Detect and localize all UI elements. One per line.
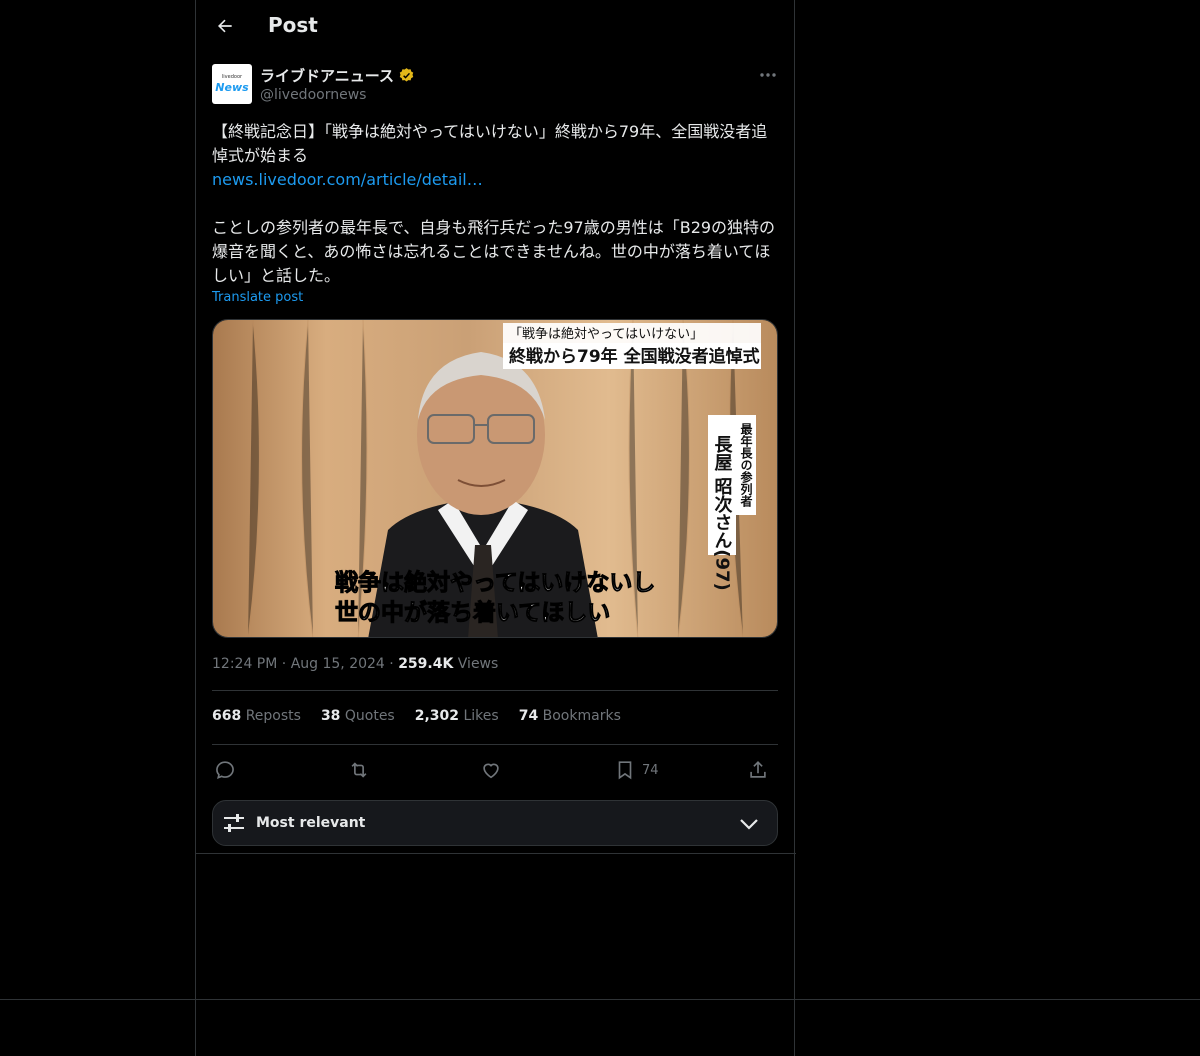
page-header: Post	[196, 0, 796, 53]
page-title: Post	[268, 13, 318, 37]
main-column: Post livedoor News ライブドアニュース @livedoorne…	[195, 0, 796, 1056]
news-broadcast-still: 「戦争は絶対やってはいけない」 終戦から79年 全国戦没者追悼式 長屋 昭次さん…	[213, 320, 777, 637]
subtitle-line-1: 戦争は絶対やってはいけないし	[335, 569, 655, 596]
action-bar: 74	[212, 756, 778, 784]
post-stats: 668 Reposts 38 Quotes 2,302 Likes 74 Boo…	[212, 708, 621, 724]
divider	[0, 999, 1200, 1000]
sliders-icon	[224, 814, 244, 832]
more-options-button[interactable]	[756, 64, 780, 86]
author-name-row[interactable]: ライブドアニュース	[260, 65, 415, 86]
bookmarks-stat[interactable]: 74 Bookmarks	[519, 708, 621, 724]
avatar-logo-main: News	[215, 81, 249, 94]
avatar-logo-top: livedoor	[221, 74, 243, 80]
post-text: 【終戦記念日】「戦争は絶対やってはいけない」終戦から79年、全国戦没者追悼式が始…	[212, 120, 780, 288]
back-button[interactable]	[212, 13, 238, 39]
post-image[interactable]: 「戦争は絶対やってはいけない」 終戦から79年 全国戦没者追悼式 長屋 昭次さん…	[212, 319, 778, 638]
share-button[interactable]	[747, 756, 769, 784]
post-author: livedoor News ライブドアニュース @livedoornews	[212, 64, 780, 106]
bookmark-icon	[618, 761, 632, 780]
post-meta: 12:24 PM · Aug 15, 2024 · 259.4K Views	[212, 656, 499, 672]
reposts-stat[interactable]: 668 Reposts	[212, 708, 301, 724]
post-text-headline: 【終戦記念日】「戦争は絶対やってはいけない」終戦から79年、全国戦没者追悼式が始…	[212, 122, 768, 165]
divider	[212, 744, 778, 745]
heart-icon	[483, 763, 499, 779]
author-name[interactable]: ライブドアニュース	[260, 65, 394, 86]
headline-large: 終戦から79年 全国戦没者追悼式	[509, 346, 760, 367]
translate-post-link[interactable]: Translate post	[212, 290, 303, 305]
arrow-left-icon	[218, 19, 232, 33]
quotes-stat[interactable]: 38 Quotes	[321, 708, 395, 724]
subtitle-line-2: 世の中が落ち着いてほしい	[335, 599, 610, 626]
avatar[interactable]: livedoor News	[212, 64, 252, 104]
reply-sort-dropdown[interactable]: Most relevant	[212, 800, 778, 846]
repost-icon	[351, 762, 367, 778]
post-time[interactable]: 12:24 PM	[212, 656, 277, 672]
headline-small: 「戦争は絶対やってはいけない」	[509, 326, 703, 342]
author-handle[interactable]: @livedoornews	[260, 87, 366, 103]
reply-button[interactable]	[214, 756, 236, 784]
divider	[196, 853, 796, 854]
share-icon	[750, 761, 766, 778]
post-text-body: ことしの参列者の最年長で、自身も飛行兵だった97歳の男性は「B29の独特の爆音を…	[212, 218, 776, 285]
post-date[interactable]: Aug 15, 2024	[291, 656, 385, 672]
verified-badge-icon	[399, 68, 414, 82]
vertical-caption: 最年長の参列者	[739, 423, 753, 508]
like-button[interactable]	[480, 756, 502, 784]
more-dots-icon	[760, 73, 776, 77]
repost-button[interactable]	[348, 756, 370, 784]
reply-icon	[216, 761, 234, 780]
post-link[interactable]: news.livedoor.com/article/detail…	[212, 168, 780, 192]
vertical-name: 長屋 昭次さん(97)	[712, 435, 733, 591]
bookmark-button[interactable]: 74	[614, 756, 659, 784]
chevron-down-icon	[740, 819, 758, 830]
divider	[212, 690, 778, 691]
likes-stat[interactable]: 2,302 Likes	[415, 708, 499, 724]
sort-label: Most relevant	[256, 815, 366, 831]
bookmark-count: 74	[642, 762, 659, 778]
views-count: 259.4K	[398, 656, 454, 672]
views-label: Views	[457, 656, 499, 672]
